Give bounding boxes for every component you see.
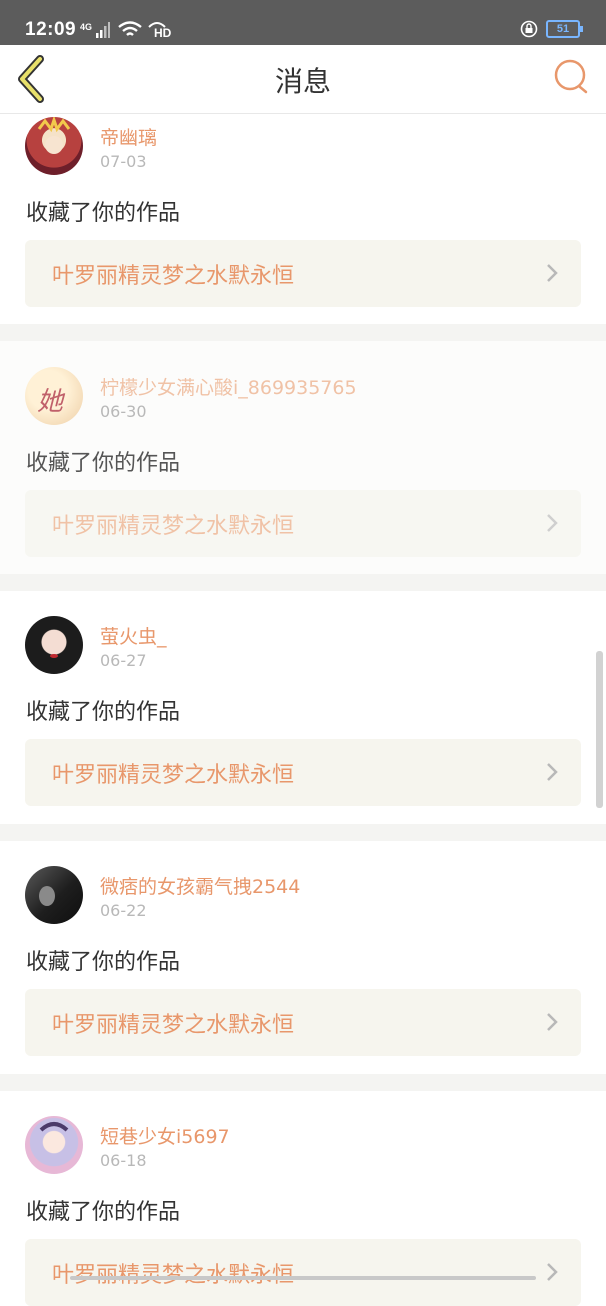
message-card: 微痞的女孩霸气拽2544 06-22 收藏了你的作品 叶罗丽精灵梦之水默永恒 <box>0 841 606 1074</box>
work-title: 叶罗丽精灵梦之水默永恒 <box>52 264 295 289</box>
message-action: 收藏了你的作品 <box>26 201 181 226</box>
avatar[interactable] <box>25 117 83 175</box>
divider <box>0 1074 606 1091</box>
rotation-lock-icon <box>520 20 538 38</box>
status-icons-right: 51 <box>520 20 583 38</box>
sender-name[interactable]: 帝幽璃 <box>100 123 157 150</box>
message-date: 07-03 <box>100 152 147 171</box>
wifi-icon <box>118 21 142 36</box>
work-link[interactable]: 叶罗丽精灵梦之水默永恒 <box>25 490 581 557</box>
avatar-text: 她 <box>37 387 64 417</box>
message-date: 06-30 <box>100 402 147 421</box>
message-card: 帝幽璃 07-03 收藏了你的作品 叶罗丽精灵梦之水默永恒 <box>0 115 606 348</box>
message-date: 06-18 <box>100 1151 147 1170</box>
status-bar: 12:09 4G HD 51 <box>0 0 606 45</box>
message-card: 萤火虫_ 06-27 收藏了你的作品 叶罗丽精灵梦之水默永恒 <box>0 591 606 824</box>
scrollbar[interactable] <box>596 651 603 808</box>
nav-bar: 消息 <box>0 45 606 114</box>
avatar[interactable] <box>25 616 83 674</box>
sender-name[interactable]: 萤火虫_ <box>100 622 167 649</box>
hd-label: HD <box>154 26 172 40</box>
avatar[interactable] <box>25 1116 83 1174</box>
message-card: 她 柠檬少女满心酸i_869935765 06-30 收藏了你的作品 叶罗丽精灵… <box>0 341 606 574</box>
divider <box>0 324 606 341</box>
work-link[interactable]: 叶罗丽精灵梦之水默永恒 <box>25 240 581 307</box>
work-title: 叶罗丽精灵梦之水默永恒 <box>52 763 295 788</box>
avatar[interactable] <box>25 866 83 924</box>
sender-name[interactable]: 短巷少女i5697 <box>100 1122 230 1149</box>
message-date: 06-27 <box>100 651 147 670</box>
page-title: 消息 <box>274 65 331 98</box>
avatar-illustration-icon <box>39 1122 69 1132</box>
avatar-portrait-icon <box>50 654 58 658</box>
chevron-right-icon <box>547 514 558 532</box>
chevron-right-icon <box>547 1263 558 1281</box>
work-link[interactable]: 叶罗丽精灵梦之水默永恒 <box>25 1239 581 1306</box>
avatar-portrait-icon <box>39 886 55 906</box>
message-card: 短巷少女i5697 06-18 收藏了你的作品 叶罗丽精灵梦之水默永恒 <box>0 1091 606 1306</box>
battery-icon: 51 <box>546 20 583 38</box>
chevron-right-icon <box>547 763 558 781</box>
chevron-right-icon <box>547 1013 558 1031</box>
divider <box>0 574 606 591</box>
work-link[interactable]: 叶罗丽精灵梦之水默永恒 <box>25 739 581 806</box>
work-link[interactable]: 叶罗丽精灵梦之水默永恒 <box>25 989 581 1056</box>
sender-name[interactable]: 柠檬少女满心酸i_869935765 <box>100 373 357 400</box>
message-action: 收藏了你的作品 <box>26 1200 181 1225</box>
work-title: 叶罗丽精灵梦之水默永恒 <box>52 1257 294 1289</box>
work-title: 叶罗丽精灵梦之水默永恒 <box>52 1013 295 1038</box>
chevron-right-icon <box>547 264 558 282</box>
status-time: 12:09 <box>25 19 77 40</box>
avatar[interactable]: 她 <box>25 367 83 425</box>
search-icon[interactable] <box>552 57 592 97</box>
status-icons-left: 4G HD <box>80 21 172 40</box>
sender-name[interactable]: 微痞的女孩霸气拽2544 <box>100 872 300 899</box>
signal-icon <box>96 22 111 38</box>
message-action: 收藏了你的作品 <box>26 950 181 975</box>
divider <box>0 824 606 841</box>
network-label: 4G <box>80 22 93 32</box>
home-indicator[interactable] <box>70 1276 536 1280</box>
message-action: 收藏了你的作品 <box>26 700 181 725</box>
avatar-illustration-icon <box>37 117 71 154</box>
work-title: 叶罗丽精灵梦之水默永恒 <box>52 514 295 539</box>
message-action: 收藏了你的作品 <box>26 451 181 476</box>
message-date: 06-22 <box>100 901 147 920</box>
